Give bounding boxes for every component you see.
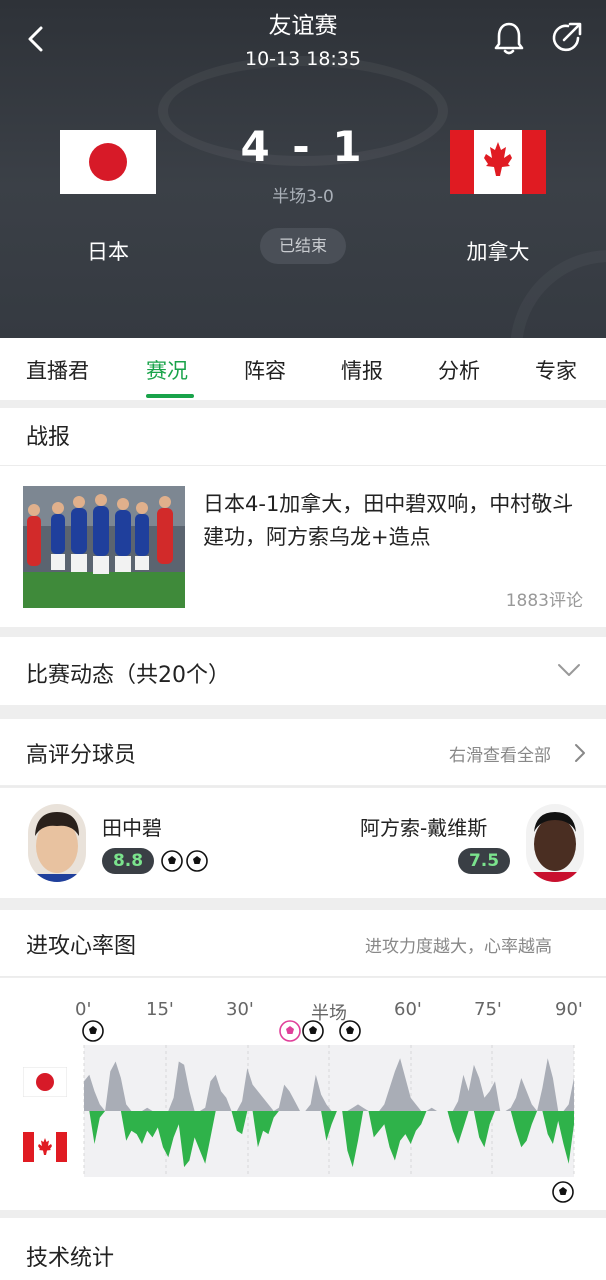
top-players-header: 高评分球员 右滑查看全部 xyxy=(0,719,606,785)
match-events-label: 比赛动态（共20个） xyxy=(26,663,230,688)
goal-ball-icon xyxy=(186,850,208,872)
top-players-row: 田中碧 8.8 阿方索-戴维斯 7.5 xyxy=(0,788,606,898)
match-status-badge: 已结束 xyxy=(260,228,346,264)
divider xyxy=(0,786,606,787)
japan-flag-small-icon xyxy=(23,1067,67,1097)
chevron-down-icon[interactable] xyxy=(556,661,582,679)
top-players-heading: 高评分球员 xyxy=(26,743,137,768)
report-heading: 战报 xyxy=(26,425,71,450)
tab-analysis[interactable]: 分析 xyxy=(438,355,480,385)
active-tab-indicator xyxy=(146,394,194,398)
home-team-name[interactable]: 日本 xyxy=(28,236,188,266)
player-rating-away: 7.5 xyxy=(458,848,510,874)
away-team-name[interactable]: 加拿大 xyxy=(418,236,578,266)
momentum-header: 进攻心率图 进攻力度越大，心率越高 xyxy=(0,910,606,976)
canada-flag-icon[interactable] xyxy=(450,130,546,194)
player-avatar-home[interactable] xyxy=(28,804,86,882)
tech-stats-section: 技术统计 xyxy=(0,1218,606,1280)
momentum-chart: 0' 15' 30' 半场 60' 75' 90' xyxy=(0,978,606,1210)
tab-lineup[interactable]: 阵容 xyxy=(244,355,286,385)
news-card[interactable]: 日本4-1加拿大，田中碧双响，中村敬斗建功，阿方索乌龙+造点 1883评论 xyxy=(0,466,606,627)
tab-experts[interactable]: 专家 xyxy=(535,355,577,385)
canada-flag-small-icon xyxy=(23,1132,67,1162)
goal-events-bottom xyxy=(552,1181,574,1203)
divider xyxy=(0,976,606,977)
match-header: 友谊赛 10-13 18:35 日本 4 - 1 半场3-0 已结束 加拿大 xyxy=(0,0,606,338)
news-comment-count[interactable]: 1883评论 xyxy=(506,586,583,611)
tab-intel[interactable]: 情报 xyxy=(341,355,383,385)
goal-events-top xyxy=(82,1020,361,1042)
player-name-home[interactable]: 田中碧 xyxy=(102,812,162,841)
goal-ball-icon xyxy=(161,850,183,872)
news-headline[interactable]: 日本4-1加拿大，田中碧双响，中村敬斗建功，阿方索乌龙+造点 xyxy=(203,488,587,554)
tab-live[interactable]: 直播君 xyxy=(26,355,89,385)
tab-match-status[interactable]: 赛况 xyxy=(146,355,188,385)
tab-bar: 直播君 赛况 阵容 情报 分析 专家 xyxy=(0,338,606,400)
momentum-heading: 进攻心率图 xyxy=(26,934,137,959)
momentum-svg xyxy=(82,1020,575,1203)
report-section-header: 战报 xyxy=(0,408,606,465)
match-events-row[interactable]: 比赛动态（共20个） xyxy=(0,637,606,705)
news-thumbnail[interactable] xyxy=(23,486,185,608)
swipe-hint[interactable]: 右滑查看全部 xyxy=(449,741,551,766)
bell-icon[interactable] xyxy=(492,20,526,56)
player-avatar-away[interactable] xyxy=(526,804,584,882)
tech-stats-heading: 技术统计 xyxy=(26,1246,115,1271)
player-name-away[interactable]: 阿方索-戴维斯 xyxy=(360,812,487,841)
player-rating-home: 8.8 xyxy=(102,848,154,874)
chevron-right-icon[interactable] xyxy=(574,743,586,763)
share-icon[interactable] xyxy=(548,20,584,56)
momentum-hint: 进攻力度越大，心率越高 xyxy=(365,937,552,957)
